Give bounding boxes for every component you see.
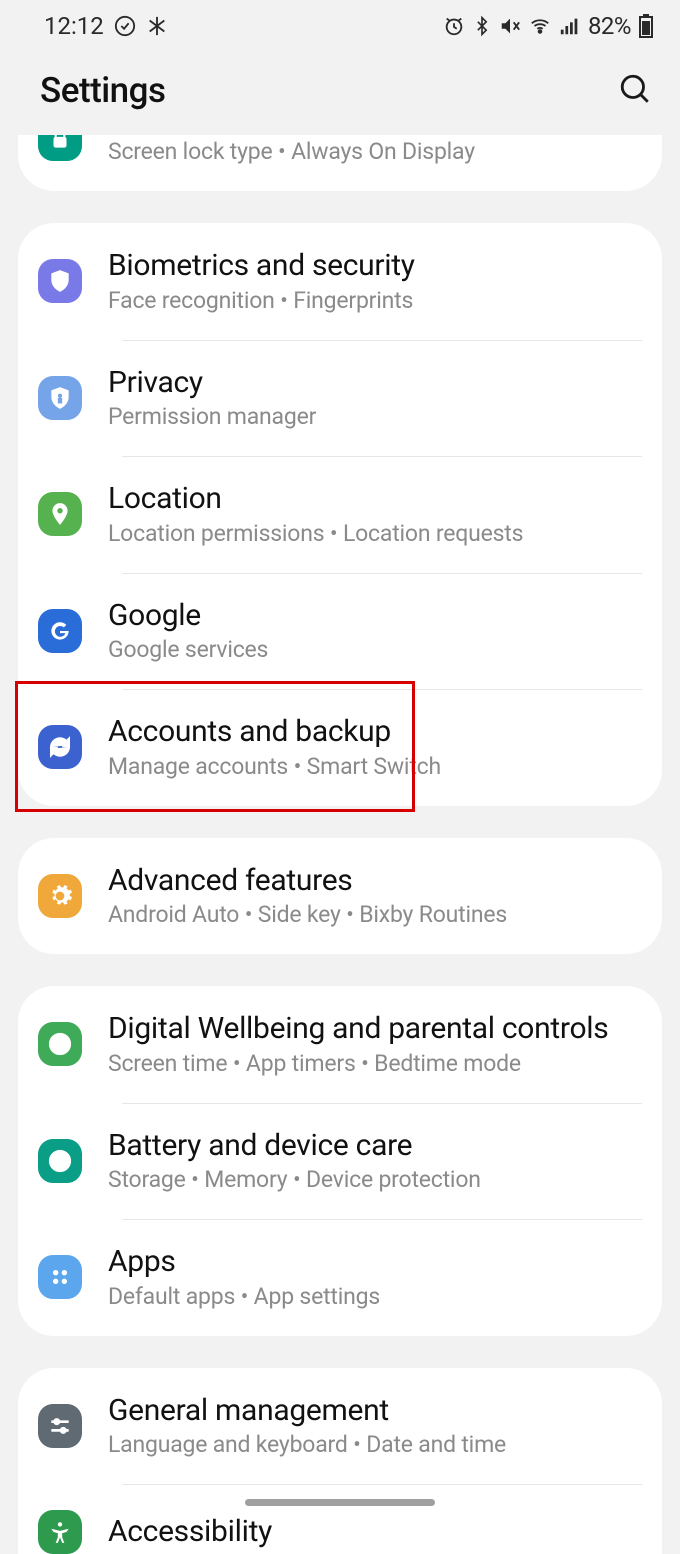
bluetooth-icon — [472, 15, 492, 37]
status-bar: 12:12 82% — [0, 0, 680, 52]
settings-group: General managementLanguage and keyboard … — [18, 1368, 662, 1554]
settings-row-privacy[interactable]: PrivacyPermission manager — [18, 340, 662, 457]
row-text: Accounts and backup Manage accounts • Sma… — [108, 715, 642, 780]
row-subtitle: Storage • Memory • Device protection — [108, 1166, 642, 1193]
sliders-icon — [38, 1404, 82, 1448]
settings-row-lock-screen[interactable]: Screen lock type • Always On Display — [18, 135, 662, 191]
row-title: Location — [108, 482, 642, 517]
row-subtitle: Permission manager — [108, 403, 642, 430]
apps-icon — [38, 1255, 82, 1299]
row-text: Digital Wellbeing and parental controls S… — [108, 1012, 642, 1077]
row-subtitle: Screen lock type • Always On Display — [108, 138, 642, 165]
settings-row-advanced-features[interactable]: Advanced featuresAndroid Auto • Side key… — [18, 838, 662, 955]
row-text: Accessibility — [108, 1515, 642, 1550]
row-subtitle: Face recognition • Fingerprints — [108, 287, 642, 314]
signal-icon — [559, 15, 581, 37]
settings-row-general-management[interactable]: General managementLanguage and keyboard … — [18, 1368, 662, 1485]
alarm-icon — [443, 15, 465, 37]
gear-icon — [38, 874, 82, 918]
header: Settings — [0, 52, 680, 141]
accessibility-icon — [38, 1510, 82, 1554]
row-title: Privacy — [108, 366, 642, 401]
sync-icon — [38, 725, 82, 769]
row-title: Battery and device care — [108, 1129, 642, 1164]
settings-group: Digital Wellbeing and parental controls S… — [18, 986, 662, 1336]
row-title: General management — [108, 1394, 642, 1429]
settings-row-biometrics-and-security[interactable]: Biometrics and security Face recognition … — [18, 223, 662, 340]
row-text: GoogleGoogle services — [108, 599, 642, 664]
check-circle-icon — [114, 15, 136, 37]
row-text: Screen lock type • Always On Display — [108, 135, 642, 165]
row-subtitle: Screen time • App timers • Bedtime mode — [108, 1050, 642, 1077]
google-icon — [38, 609, 82, 653]
row-subtitle: Manage accounts • Smart Switch — [108, 753, 642, 780]
status-battery-pct: 82% — [588, 12, 631, 40]
settings-group: Advanced featuresAndroid Auto • Side key… — [18, 838, 662, 955]
snowflake-icon — [146, 15, 168, 37]
settings-row-apps[interactable]: Apps Default apps • App settings — [18, 1219, 662, 1336]
row-title: Digital Wellbeing and parental controls — [108, 1012, 642, 1047]
row-title: Accounts and backup — [108, 715, 642, 750]
home-indicator[interactable] — [245, 1499, 435, 1506]
settings-row-battery-and-device-care[interactable]: Battery and device careStorage • Memory … — [18, 1103, 662, 1220]
settings-row-accounts-and-backup[interactable]: Accounts and backup Manage accounts • Sma… — [18, 689, 662, 806]
settings-row-accessibility[interactable]: Accessibility — [18, 1484, 662, 1554]
wifi-icon — [528, 15, 552, 37]
row-title: Advanced features — [108, 864, 642, 899]
location-icon — [38, 492, 82, 536]
privacy-icon — [38, 376, 82, 420]
search-icon[interactable] — [618, 72, 652, 110]
status-time: 12:12 — [44, 12, 104, 40]
settings-group: Biometrics and security Face recognition … — [18, 223, 662, 806]
row-subtitle: Location permissions • Location requests — [108, 520, 642, 547]
settings-row-digital-wellbeing-and-parental-controls[interactable]: Digital Wellbeing and parental controls S… — [18, 986, 662, 1103]
page-title: Settings — [40, 70, 166, 111]
battery-icon — [638, 14, 654, 38]
row-subtitle: Default apps • App settings — [108, 1283, 642, 1310]
row-text: Apps Default apps • App settings — [108, 1245, 642, 1310]
row-text: Advanced featuresAndroid Auto • Side key… — [108, 864, 642, 929]
battery-icon — [38, 1139, 82, 1183]
row-title: Apps — [108, 1245, 642, 1280]
row-title: Biometrics and security — [108, 249, 642, 284]
settings-row-location[interactable]: Location Location permissions • Location … — [18, 456, 662, 573]
shield-icon — [38, 259, 82, 303]
row-title: Google — [108, 599, 642, 634]
row-text: Battery and device careStorage • Memory … — [108, 1129, 642, 1194]
settings-group: Screen lock type • Always On Display — [18, 135, 662, 191]
row-title: Accessibility — [108, 1515, 642, 1550]
settings-row-google[interactable]: GoogleGoogle services — [18, 573, 662, 690]
lock-screen-icon — [38, 135, 82, 161]
row-subtitle: Language and keyboard • Date and time — [108, 1431, 642, 1458]
row-subtitle: Google services — [108, 636, 642, 663]
row-subtitle: Android Auto • Side key • Bixby Routines — [108, 901, 642, 928]
row-text: Location Location permissions • Location … — [108, 482, 642, 547]
row-text: PrivacyPermission manager — [108, 366, 642, 431]
mute-icon — [499, 15, 521, 37]
row-text: General managementLanguage and keyboard … — [108, 1394, 642, 1459]
row-text: Biometrics and security Face recognition … — [108, 249, 642, 314]
wellbeing-icon — [38, 1022, 82, 1066]
